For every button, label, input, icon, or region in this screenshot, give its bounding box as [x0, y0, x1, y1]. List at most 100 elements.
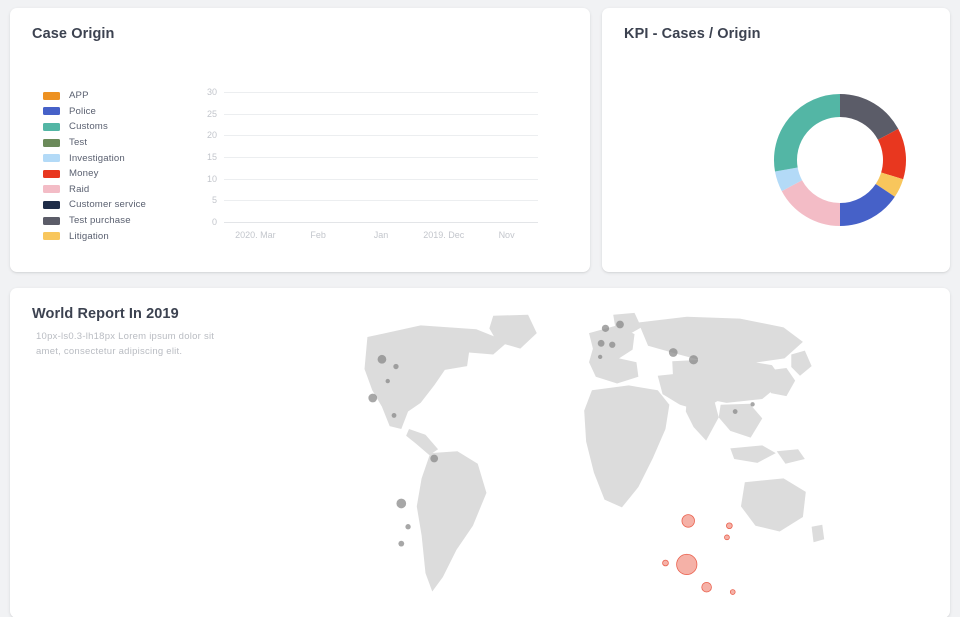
map-bubble-asia[interactable] [676, 553, 698, 575]
donut-slice[interactable] [875, 172, 904, 197]
bar-column[interactable]: 2020. Mar [224, 92, 287, 240]
map-landmass [364, 325, 508, 429]
map-bubble-other[interactable] [377, 354, 387, 364]
map-landmass [416, 451, 487, 592]
map-bubble-other[interactable] [368, 393, 378, 403]
y-axis-tick-label: 30 [206, 87, 217, 97]
legend-label: APP [69, 90, 89, 102]
legend-swatch-icon [43, 200, 60, 209]
legend-item-test-purchase[interactable]: Test purchase [43, 213, 146, 229]
donut-slice[interactable] [839, 94, 899, 141]
map-bubble-other[interactable] [616, 320, 624, 329]
donut-slice[interactable] [839, 183, 895, 226]
y-axis-tick-label: 5 [211, 195, 217, 206]
map-bubble-asia[interactable] [662, 559, 669, 567]
legend-label: Money [69, 168, 99, 180]
map-bubble-other[interactable] [688, 355, 699, 365]
legend-label: Test purchase [69, 215, 131, 227]
map-landmass [638, 316, 803, 365]
map-bubble-other[interactable] [398, 540, 405, 547]
legend-label: Customer service [69, 199, 147, 211]
legend-swatch-icon [43, 169, 60, 178]
map-bubble-asia[interactable] [701, 581, 712, 593]
legend-swatch-icon [43, 91, 60, 100]
legend-item-customs[interactable]: Customs [43, 119, 146, 135]
y-axis-tick-label: 25 [206, 108, 217, 119]
map-landmass [776, 449, 805, 464]
legend-item-investigation[interactable]: Investigation [43, 150, 146, 166]
legend-item-test[interactable]: Test [43, 135, 146, 151]
donut-slice[interactable] [877, 128, 906, 180]
map-landmass [811, 524, 825, 543]
world-report-card: World Report In 2019 10px-ls0.3-lh18px L… [10, 288, 950, 617]
legend-label: Police [69, 105, 97, 117]
bar-column[interactable]: 2019. Dec [412, 92, 475, 240]
legend-swatch-icon [43, 122, 60, 131]
legend-swatch-icon [43, 216, 60, 225]
map-bubble-other[interactable] [601, 324, 610, 332]
bar-column[interactable]: Jan [350, 92, 413, 240]
legend-item-police[interactable]: Police [43, 104, 146, 120]
legend-swatch-icon [43, 154, 60, 163]
legend-swatch-icon [43, 138, 60, 147]
y-axis-tick-label: 20 [206, 130, 217, 141]
donut-slice[interactable] [774, 94, 841, 172]
legend-swatch-icon [43, 107, 60, 116]
legend-item-customer-service[interactable]: Customer service [43, 197, 146, 213]
legend-item-app[interactable]: APP [43, 88, 146, 104]
case-origin-bar-chart: 0 5 10 15 20 25 30 2020. Mar Feb Jan 2019. Dec Nov [186, 86, 556, 246]
map-bubble-asia[interactable] [724, 534, 730, 541]
map-bubble-other[interactable] [732, 409, 738, 414]
world-map-svg [364, 312, 825, 595]
kpi-donut-chart [766, 86, 914, 234]
map-bubble-other[interactable] [393, 363, 399, 370]
case-origin-legend: APP Police Customs Test Investigation Money Ra… [43, 88, 146, 244]
map-bubble-other[interactable] [385, 378, 390, 384]
map-landmass [584, 385, 670, 508]
y-gridline: 0 [212, 217, 538, 227]
map-landmass [589, 325, 639, 384]
world-report-subtitle: 10px-ls0.3-lh18px Lorem ipsum dolor sit … [36, 331, 215, 357]
map-landmass [718, 403, 763, 438]
bar-column[interactable]: Feb [287, 92, 350, 240]
map-bubble-other[interactable] [430, 454, 439, 463]
kpi-cases-origin-card: KPI - Cases / Origin CustomsInvestigatio… [602, 8, 950, 272]
legend-item-money[interactable]: Money [43, 166, 146, 182]
map-landmass [730, 445, 776, 463]
y-axis-tick-label: 15 [206, 152, 217, 162]
map-bubble-other[interactable] [391, 413, 397, 418]
world-map [240, 308, 940, 608]
dashboard-page: Case Origin APP Police Customs Test Investig… [0, 0, 960, 617]
legend-label: Customs [69, 121, 108, 133]
donut-slice[interactable] [775, 167, 803, 192]
legend-label: Investigation [69, 152, 125, 164]
map-bubble-asia[interactable] [726, 522, 733, 530]
map-bubble-asia[interactable] [681, 514, 695, 528]
y-axis-tick-label: 10 [206, 173, 217, 184]
map-landmass [685, 398, 719, 441]
kpi-title: KPI - Cases / Origin [624, 26, 761, 42]
donut-slice[interactable] [781, 179, 841, 226]
legend-label: Test [69, 137, 88, 149]
bar-plot-area: 0 5 10 15 20 25 30 2020. Mar Feb Jan 2019. Dec Nov [207, 87, 538, 240]
legend-item-raid[interactable]: Raid [43, 182, 146, 198]
map-landmass [740, 478, 806, 532]
y-axis-tick-label: 0 [211, 217, 217, 227]
case-origin-title: Case Origin [32, 26, 115, 42]
bar-columns: 2020. Mar Feb Jan 2019. Dec Nov [224, 92, 538, 240]
top-row: Case Origin APP Police Customs Test Investig… [10, 8, 950, 276]
map-bubble-other[interactable] [750, 402, 755, 407]
case-origin-card: Case Origin APP Police Customs Test Investig… [10, 8, 590, 272]
legend-label: Raid [69, 183, 90, 195]
map-bubble-other[interactable] [609, 341, 616, 348]
map-bubble-other[interactable] [396, 498, 407, 509]
map-bubble-asia[interactable] [729, 589, 736, 595]
bar-column[interactable]: Nov [475, 92, 538, 240]
map-bubble-other[interactable] [405, 524, 411, 530]
legend-swatch-icon [43, 185, 60, 194]
map-bubble-other[interactable] [597, 339, 605, 347]
map-landmass [406, 428, 439, 456]
legend-swatch-icon [43, 232, 60, 241]
map-bubble-other[interactable] [668, 348, 678, 357]
map-bubble-other[interactable] [597, 354, 603, 360]
